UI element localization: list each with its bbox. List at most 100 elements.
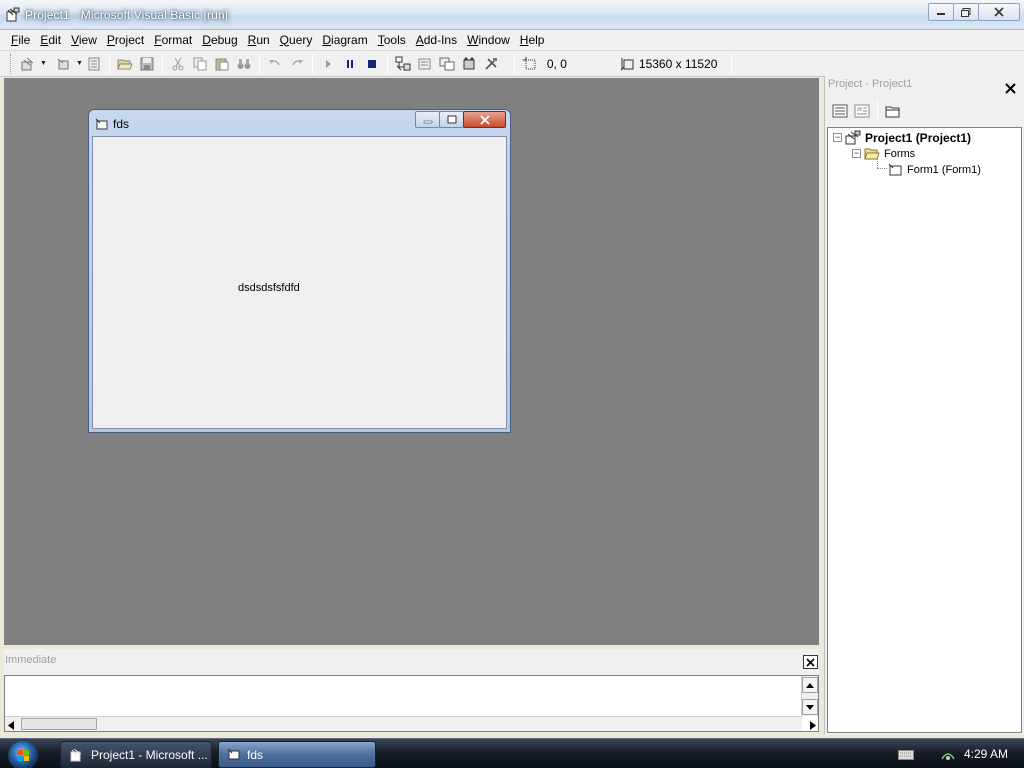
view-object-button[interactable] [851,100,873,122]
scroll-right-button[interactable] [810,719,816,733]
toolbox-button[interactable] [480,53,502,75]
properties-icon [418,58,431,69]
redo-icon [292,59,303,65]
scroll-down-button[interactable] [802,699,818,715]
cut-button[interactable] [167,53,189,75]
folder-icon [885,106,900,118]
maximize-button[interactable] [953,3,979,21]
immediate-title: Immediate [5,654,57,666]
size-readout: 15360 x 11520 [638,56,718,71]
form-close-button[interactable] [463,111,506,128]
taskbar: Project1 - Microsoft ... fds 4:29 AM [0,738,1024,768]
toggle-folders-button[interactable] [882,100,904,122]
object-browser-icon [463,57,475,69]
menu-view[interactable]: View [66,31,102,50]
menu-format[interactable]: Format [149,31,197,50]
minimize-button[interactable] [928,3,954,21]
form1-label: Form1 (Form1) [907,163,981,176]
add-project-button[interactable] [17,53,39,75]
menu-diagram[interactable]: Diagram [317,31,372,50]
add-project-dropdown-icon[interactable]: ▼ [40,60,47,67]
project-explorer-close-button[interactable] [1003,81,1018,95]
copy-button[interactable] [189,53,211,75]
start-button[interactable] [317,53,339,75]
menu-project[interactable]: Project [102,31,149,50]
close-button[interactable] [978,3,1020,21]
properties-window-button[interactable] [414,53,436,75]
project-tree[interactable]: − Project1 (Project1) − Forms Form1 (For… [827,127,1022,733]
close-icon [994,7,1004,17]
taskbar-button-vb-ide[interactable]: Project1 - Microsoft ... [60,741,212,768]
break-button[interactable] [339,53,361,75]
form-icon [888,163,902,176]
tree-node-forms[interactable]: − Forms [852,147,915,160]
horizontal-scroll-thumb[interactable] [21,718,97,730]
form-icon[interactable] [95,118,108,133]
form-window-fds[interactable]: fds dsdsdsfsfdfd [88,109,511,433]
view-code-button[interactable] [829,100,851,122]
form-icon [227,748,240,760]
system-clock[interactable]: 4:29 AM [964,747,1008,761]
add-form-button[interactable] [53,53,75,75]
project-explorer-button[interactable] [392,53,414,75]
tree-node-project[interactable]: − Project1 (Project1) [833,130,971,145]
form-client-area[interactable]: dsdsdsfsfdfd [92,136,507,429]
menu-edit[interactable]: Edit [35,31,66,50]
menu-tools[interactable]: Tools [373,31,411,50]
keyboard-icon[interactable] [898,749,914,763]
start-button[interactable] [8,740,38,768]
forms-folder-label: Forms [884,147,916,160]
project-explorer-title: Project - Project1 [828,78,913,90]
menu-file[interactable]: File [6,31,35,50]
taskbar-button-label: Project1 - Microsoft ... [91,747,208,762]
scroll-left-button[interactable] [8,719,14,733]
toolbox-icon [485,57,497,70]
find-button[interactable] [233,53,255,75]
menu-debug[interactable]: Debug [197,31,242,50]
menu-query[interactable]: Query [275,31,318,50]
form-layout-icon [439,57,455,70]
form-layout-button[interactable] [436,53,458,75]
toolbar-grip[interactable] [10,53,13,74]
collapse-icon[interactable]: − [833,133,842,142]
menu-add-ins[interactable]: Add-Ins [411,31,462,50]
immediate-vertical-scrollbar[interactable] [801,676,818,716]
form-title-bar[interactable]: fds [89,110,510,137]
object-browser-button[interactable] [458,53,480,75]
taskbar-button-fds[interactable]: fds [218,741,376,768]
view-object-icon [854,104,870,118]
open-project-button[interactable] [114,53,136,75]
size-indicator-icon [617,53,639,75]
redo-button[interactable] [286,53,308,75]
collapse-icon[interactable]: − [852,149,861,158]
vb-app-icon[interactable] [5,7,21,23]
restore-icon [961,7,971,17]
project-root-label: Project1 (Project1) [865,130,972,145]
immediate-close-button[interactable] [803,655,818,669]
form-minimize-button[interactable] [415,111,440,128]
binoculars-icon [237,58,251,69]
menu-window[interactable]: Window [462,31,515,50]
tree-node-form1[interactable]: Form1 (Form1) [888,163,981,176]
close-icon [1005,82,1016,94]
save-project-button[interactable] [136,53,158,75]
menu-help[interactable]: Help [515,31,550,50]
end-button[interactable] [361,53,383,75]
undo-button[interactable] [264,53,286,75]
paste-button[interactable] [211,53,233,75]
arrow-up-icon [806,682,814,688]
menu-editor-button[interactable] [83,53,105,75]
pause-icon [346,59,353,68]
network-icon[interactable] [940,747,956,764]
scroll-up-button[interactable] [802,677,818,693]
taskbar-button-label: fds [247,747,264,762]
menu-run[interactable]: Run [243,31,275,50]
main-title-bar[interactable]: Project1 - Microsoft Visual Basic [run] [0,0,1024,30]
immediate-horizontal-scrollbar[interactable] [5,716,816,733]
standard-toolbar: ▼ ▼ 0, 0 15360 x 11520 [0,51,1024,77]
immediate-window-input[interactable] [4,675,819,732]
add-form-dropdown-icon[interactable]: ▼ [76,60,83,67]
form-maximize-button[interactable] [439,111,464,128]
maximize-icon [447,115,456,124]
arrow-right-icon [810,721,816,730]
